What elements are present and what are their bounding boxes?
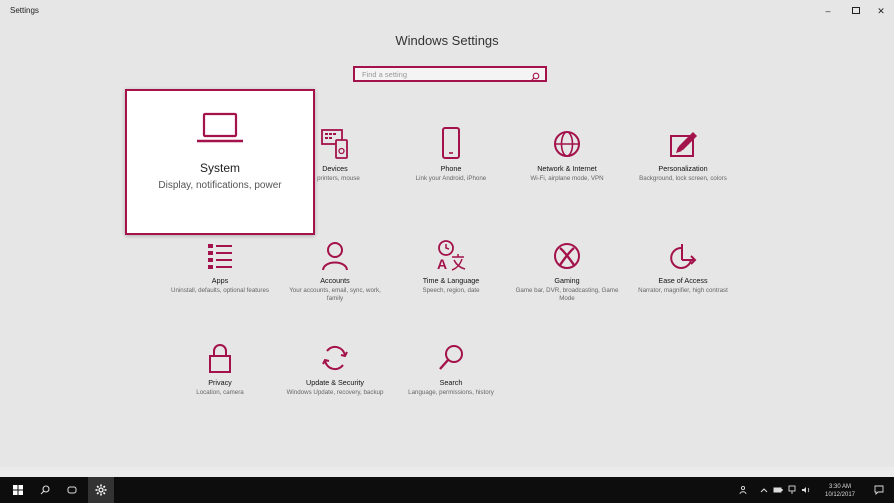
tile-name: Phone	[440, 164, 462, 173]
network-icon[interactable]	[786, 482, 798, 498]
tile-desc: Game bar, DVR, broadcasting, Game Mode	[515, 287, 619, 303]
search-placeholder: Find a setting	[362, 70, 408, 79]
phone-icon	[391, 122, 511, 160]
tile-desc: Background, lock screen, colors	[639, 175, 727, 182]
tile-name: Accounts	[320, 276, 350, 285]
chevron-up-icon[interactable]	[758, 482, 770, 498]
xbox-icon	[507, 234, 627, 272]
search-icon[interactable]	[37, 482, 53, 498]
tile-gaming[interactable]: Gaming Game bar, DVR, broadcasting, Game…	[507, 234, 627, 303]
tile-desc: Wi-Fi, airplane mode, VPN	[530, 175, 604, 182]
tile-name: Network & Internet	[537, 164, 597, 173]
tile-phone[interactable]: Phone Link your Android, iPhone	[391, 122, 511, 183]
people-icon[interactable]	[738, 482, 750, 498]
clock[interactable]: 3:30 AM 10/12/2017	[818, 483, 862, 499]
laptop-icon	[127, 109, 313, 145]
search-icon	[391, 336, 511, 374]
volume-icon[interactable]	[800, 482, 812, 498]
settings-window: Settings – ✕ Windows Settings Find a set…	[0, 0, 894, 467]
tile-desc: Speech, region, date	[422, 287, 480, 294]
close-button[interactable]: ✕	[873, 6, 889, 17]
minimize-button[interactable]: –	[820, 6, 836, 16]
maximize-icon	[852, 7, 860, 14]
window-title: Settings	[10, 6, 39, 15]
person-icon	[275, 234, 395, 272]
tile-name: Update & Security	[306, 378, 364, 387]
tile-name: Personalization	[658, 164, 708, 173]
tile-desc: Location, camera	[196, 389, 244, 396]
tile-name: Ease of Access	[658, 276, 708, 285]
tile-name: Search	[439, 378, 463, 387]
tile-desc: Your accounts, email, sync, work, family	[289, 287, 381, 303]
time-language-icon: A	[391, 234, 511, 272]
lock-icon	[160, 336, 280, 374]
battery-icon[interactable]	[772, 482, 784, 498]
tile-update-security[interactable]: Update & Security Windows Update, recove…	[275, 336, 395, 397]
clock-time: 3:30 AM	[828, 484, 851, 490]
tile-desc: Uninstall, defaults, optional features	[170, 287, 270, 294]
tile-name: Gaming	[554, 276, 580, 285]
window-bottom-edge	[0, 467, 894, 477]
tile-name: Apps	[211, 276, 229, 285]
tile-personalization[interactable]: Personalization Background, lock screen,…	[623, 122, 743, 183]
tile-desc: Narrator, magnifier, high contrast	[638, 287, 728, 294]
tile-network[interactable]: Network & Internet Wi-Fi, airplane mode,…	[507, 122, 627, 183]
tile-apps[interactable]: Apps Uninstall, defaults, optional featu…	[160, 234, 280, 295]
tile-privacy[interactable]: Privacy Location, camera	[160, 336, 280, 397]
tile-search[interactable]: Search Language, permissions, history	[391, 336, 511, 397]
page-title: Windows Settings	[395, 33, 499, 48]
taskbar: 3:30 AM 10/12/2017	[0, 477, 894, 503]
tile-name: Time & Language	[422, 276, 480, 285]
tile-accounts[interactable]: Accounts Your accounts, email, sync, wor…	[275, 234, 395, 303]
tile-time-language[interactable]: A Time & Language Speech, region, date	[391, 234, 511, 295]
tile-ease-of-access[interactable]: Ease of Access Narrator, magnifier, high…	[623, 234, 743, 295]
settings-gear-icon[interactable]	[88, 477, 114, 503]
svg-text:A: A	[437, 256, 447, 272]
sync-icon	[275, 336, 395, 374]
clock-date: 10/12/2017	[824, 492, 856, 499]
ease-of-access-icon	[623, 234, 743, 272]
apps-list-icon	[160, 234, 280, 272]
tile-name: Privacy	[208, 378, 232, 387]
tile-desc: Link your Android, iPhone	[415, 175, 487, 182]
maximize-button[interactable]	[848, 6, 864, 16]
tile-desc: Windows Update, recovery, backup	[286, 389, 384, 396]
paint-icon	[623, 122, 743, 160]
tile-system[interactable]: System Display, notifications, power	[125, 89, 315, 235]
search-input[interactable]: Find a setting	[353, 66, 547, 82]
action-center-icon[interactable]	[872, 482, 886, 498]
search-icon	[530, 69, 540, 87]
tile-name: System	[199, 161, 240, 175]
task-view-icon[interactable]	[64, 482, 80, 498]
globe-icon	[507, 122, 627, 160]
windows-start-icon[interactable]	[10, 482, 26, 498]
tile-desc: Language, permissions, history	[408, 389, 494, 396]
tile-desc: Display, notifications, power	[158, 180, 282, 191]
